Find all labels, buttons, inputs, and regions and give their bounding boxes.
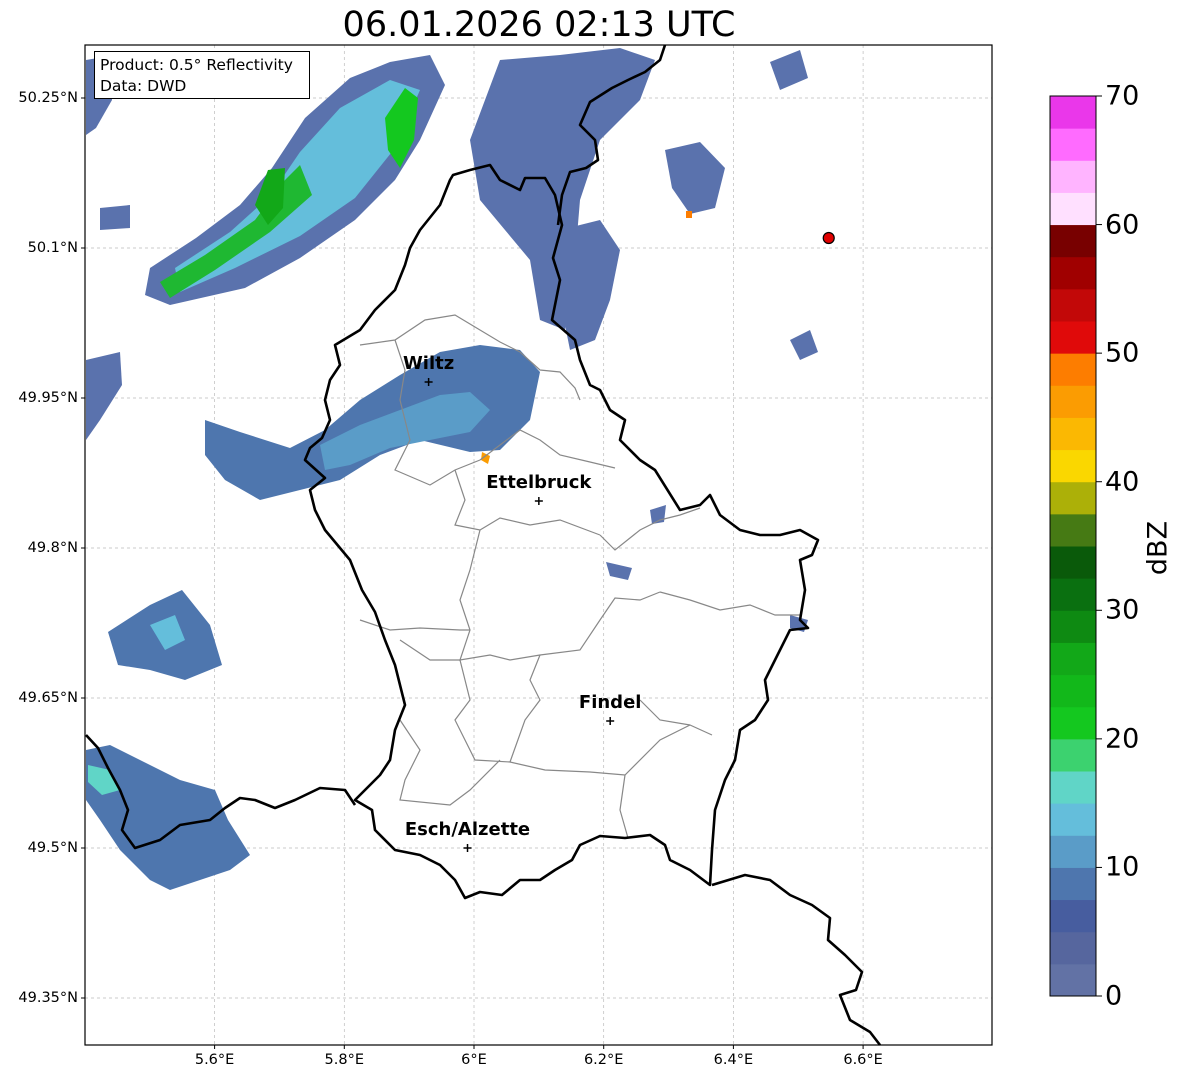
canton-line-remich bbox=[619, 774, 629, 839]
colorbar-segment bbox=[1050, 931, 1096, 965]
colorbar-segment bbox=[1050, 963, 1096, 997]
colorbar-tick-label: 60 bbox=[1105, 209, 1140, 241]
colorbar-segment bbox=[1050, 224, 1096, 258]
colorbar-tick-label: 70 bbox=[1105, 80, 1140, 112]
canton-line-east bbox=[659, 591, 800, 616]
canton-line-grevenmacher bbox=[599, 507, 701, 551]
colorbar-unit-label: dBZ bbox=[1142, 520, 1174, 576]
echo-southwest-2 bbox=[86, 745, 250, 890]
city-label: Ettelbruck bbox=[486, 472, 592, 493]
canton-line-mersch bbox=[459, 529, 661, 661]
echo-corner-top-left-2 bbox=[100, 205, 130, 230]
lon-label: 5.8°E bbox=[324, 1052, 365, 1068]
radar-map bbox=[81, 44, 1102, 1049]
echo-cluster-east bbox=[790, 330, 818, 360]
lat-label: 49.8°N bbox=[27, 540, 78, 556]
city-label: Findel bbox=[578, 692, 642, 713]
canton-line-west bbox=[359, 619, 470, 631]
colorbar-segment bbox=[1050, 610, 1096, 643]
colorbar-segment bbox=[1050, 771, 1096, 804]
colorbar-segment bbox=[1050, 192, 1096, 226]
lat-label: 49.5°N bbox=[27, 840, 78, 856]
city-label: Wiltz bbox=[402, 353, 455, 374]
product-label: Product: 0.5° Reflectivity bbox=[100, 56, 293, 74]
city-marker bbox=[534, 497, 543, 505]
colorbar-tick-label: 50 bbox=[1105, 337, 1140, 369]
radar-site-marker bbox=[822, 231, 835, 245]
data-source-label: Data: DWD bbox=[100, 77, 187, 95]
colorbar-segment bbox=[1050, 96, 1096, 129]
colorbar-segment bbox=[1050, 417, 1096, 451]
echo-left-edge bbox=[86, 352, 122, 440]
colorbar-segment bbox=[1050, 128, 1096, 161]
lon-label: 6.2°E bbox=[583, 1052, 624, 1068]
colorbar-segment bbox=[1050, 449, 1096, 483]
lat-label: 49.95°N bbox=[18, 390, 78, 406]
canton-line-luxembourg bbox=[399, 639, 713, 776]
colorbar-segment bbox=[1050, 642, 1096, 676]
lat-label: 50.25°N bbox=[18, 90, 78, 106]
colorbar-segment bbox=[1050, 256, 1096, 290]
colorbar bbox=[1049, 95, 1102, 997]
lon-label: 6.6°E bbox=[843, 1052, 883, 1068]
city-label: Esch/Alzette bbox=[404, 819, 531, 840]
colorbar-segment bbox=[1050, 321, 1096, 354]
canton-line-esch bbox=[509, 654, 541, 763]
colorbar-segment bbox=[1050, 353, 1096, 386]
border-germany-france-southeast bbox=[711, 873, 882, 1046]
city-marker bbox=[463, 844, 472, 852]
colorbar-segment bbox=[1050, 481, 1096, 515]
echo-cluster-east-2 bbox=[560, 220, 620, 350]
colorbar-segment bbox=[1050, 578, 1096, 611]
colorbar-segment bbox=[1050, 706, 1096, 740]
lat-label: 49.35°N bbox=[18, 990, 78, 1006]
colorbar-segment bbox=[1050, 288, 1096, 322]
city-marker bbox=[606, 717, 615, 725]
colorbar-segment bbox=[1050, 160, 1096, 193]
lat-label: 50.1°N bbox=[27, 240, 78, 256]
lon-label: 5.6°E bbox=[194, 1052, 235, 1068]
colorbar-segment bbox=[1050, 674, 1096, 708]
lat-label: 49.65°N bbox=[18, 690, 78, 706]
lon-label: 6°E bbox=[461, 1052, 487, 1068]
echo-orange-spot-2 bbox=[686, 211, 692, 218]
colorbar-segment bbox=[1050, 899, 1096, 933]
colorbar-segment bbox=[1050, 546, 1096, 579]
echo-scatter-2 bbox=[606, 562, 632, 580]
colorbar-segment bbox=[1050, 803, 1096, 836]
colorbar-tick-label: 40 bbox=[1105, 466, 1140, 498]
colorbar-tick-label: 0 bbox=[1105, 980, 1123, 1012]
info-box: Product: 0.5° Reflectivity Data: DWD bbox=[94, 51, 310, 99]
colorbar-segment bbox=[1050, 513, 1096, 547]
colorbar-segment bbox=[1050, 867, 1096, 901]
echo-cluster-northeast bbox=[665, 142, 725, 214]
lon-label: 6.4°E bbox=[713, 1052, 754, 1068]
colorbar-segment bbox=[1050, 738, 1096, 772]
echo-cluster-northeast-2 bbox=[770, 50, 808, 90]
colorbar-segment bbox=[1050, 835, 1096, 868]
canton-line-south bbox=[639, 699, 691, 726]
colorbar-tick-label: 20 bbox=[1105, 723, 1140, 755]
colorbar-tick-label: 10 bbox=[1105, 851, 1140, 883]
colorbar-segment bbox=[1050, 385, 1096, 418]
colorbar-tick-label: 30 bbox=[1105, 594, 1140, 626]
canton-line-capellen bbox=[399, 719, 501, 806]
city-markers bbox=[424, 378, 615, 852]
